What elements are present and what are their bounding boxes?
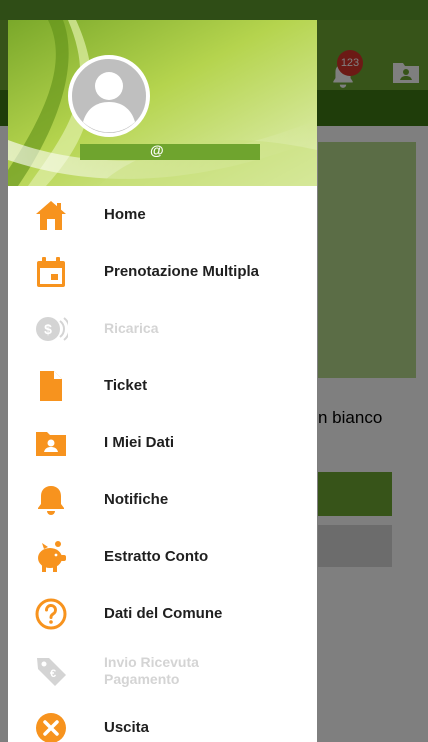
svg-text:€: € (50, 668, 56, 680)
menu-item-i-miei-dati[interactable]: I Miei Dati (8, 414, 317, 471)
menu-item-notifiche[interactable]: Notifiche (8, 471, 317, 528)
svg-text:$: $ (44, 321, 52, 337)
menu-item-ricarica[interactable]: $ Ricarica (8, 300, 317, 357)
menu-item-invio-ricevuta-pagamento[interactable]: € Invio Ricevuta Pagamento (8, 642, 317, 699)
menu-item-dati-del-comune[interactable]: Dati del Comune (8, 585, 317, 642)
menu-item-label: Ricarica (104, 320, 159, 336)
menu-item-label: Home (104, 206, 146, 223)
menu-item-ticket[interactable]: Ticket (8, 357, 317, 414)
menu-item-label: I Miei Dati (104, 434, 175, 451)
drawer-menu: Home Prenotazione Multipla $ Ricarica Ti… (8, 186, 317, 742)
bell-icon (38, 486, 64, 515)
menu-item-label: Invio Ricevuta Pagamento (104, 653, 199, 687)
piggy-bank-icon (38, 541, 66, 572)
home-icon (36, 201, 66, 230)
document-icon (40, 371, 62, 401)
menu-item-label: Ticket (104, 377, 148, 394)
menu-item-label: Prenotazione Multipla (104, 263, 260, 280)
menu-item-uscita[interactable]: Uscita (8, 699, 317, 742)
account-email: @ (150, 142, 164, 158)
coin-icon: $ (36, 317, 68, 341)
drawer-header: @ (8, 20, 317, 186)
account-email-redacted (80, 144, 260, 160)
menu-item-label: Dati del Comune (104, 605, 223, 622)
menu-item-label: Estratto Conto (104, 548, 209, 565)
header-background (8, 20, 317, 186)
menu-item-home[interactable]: Home (8, 186, 317, 243)
menu-item-estratto-conto[interactable]: Estratto Conto (8, 528, 317, 585)
menu-item-prenotazione-multipla[interactable]: Prenotazione Multipla (8, 243, 317, 300)
help-icon (35, 598, 67, 630)
calendar-icon (37, 257, 65, 287)
price-tag-icon: € (37, 658, 66, 686)
close-circle-icon (36, 713, 66, 742)
menu-item-label: Notifiche (104, 491, 169, 508)
menu-item-label: Uscita (104, 719, 150, 736)
navigation-drawer: @ Home Prenotazione Multipla $ Ricarica … (8, 20, 317, 742)
user-folder-icon (36, 432, 66, 456)
user-avatar-icon[interactable] (67, 54, 151, 138)
